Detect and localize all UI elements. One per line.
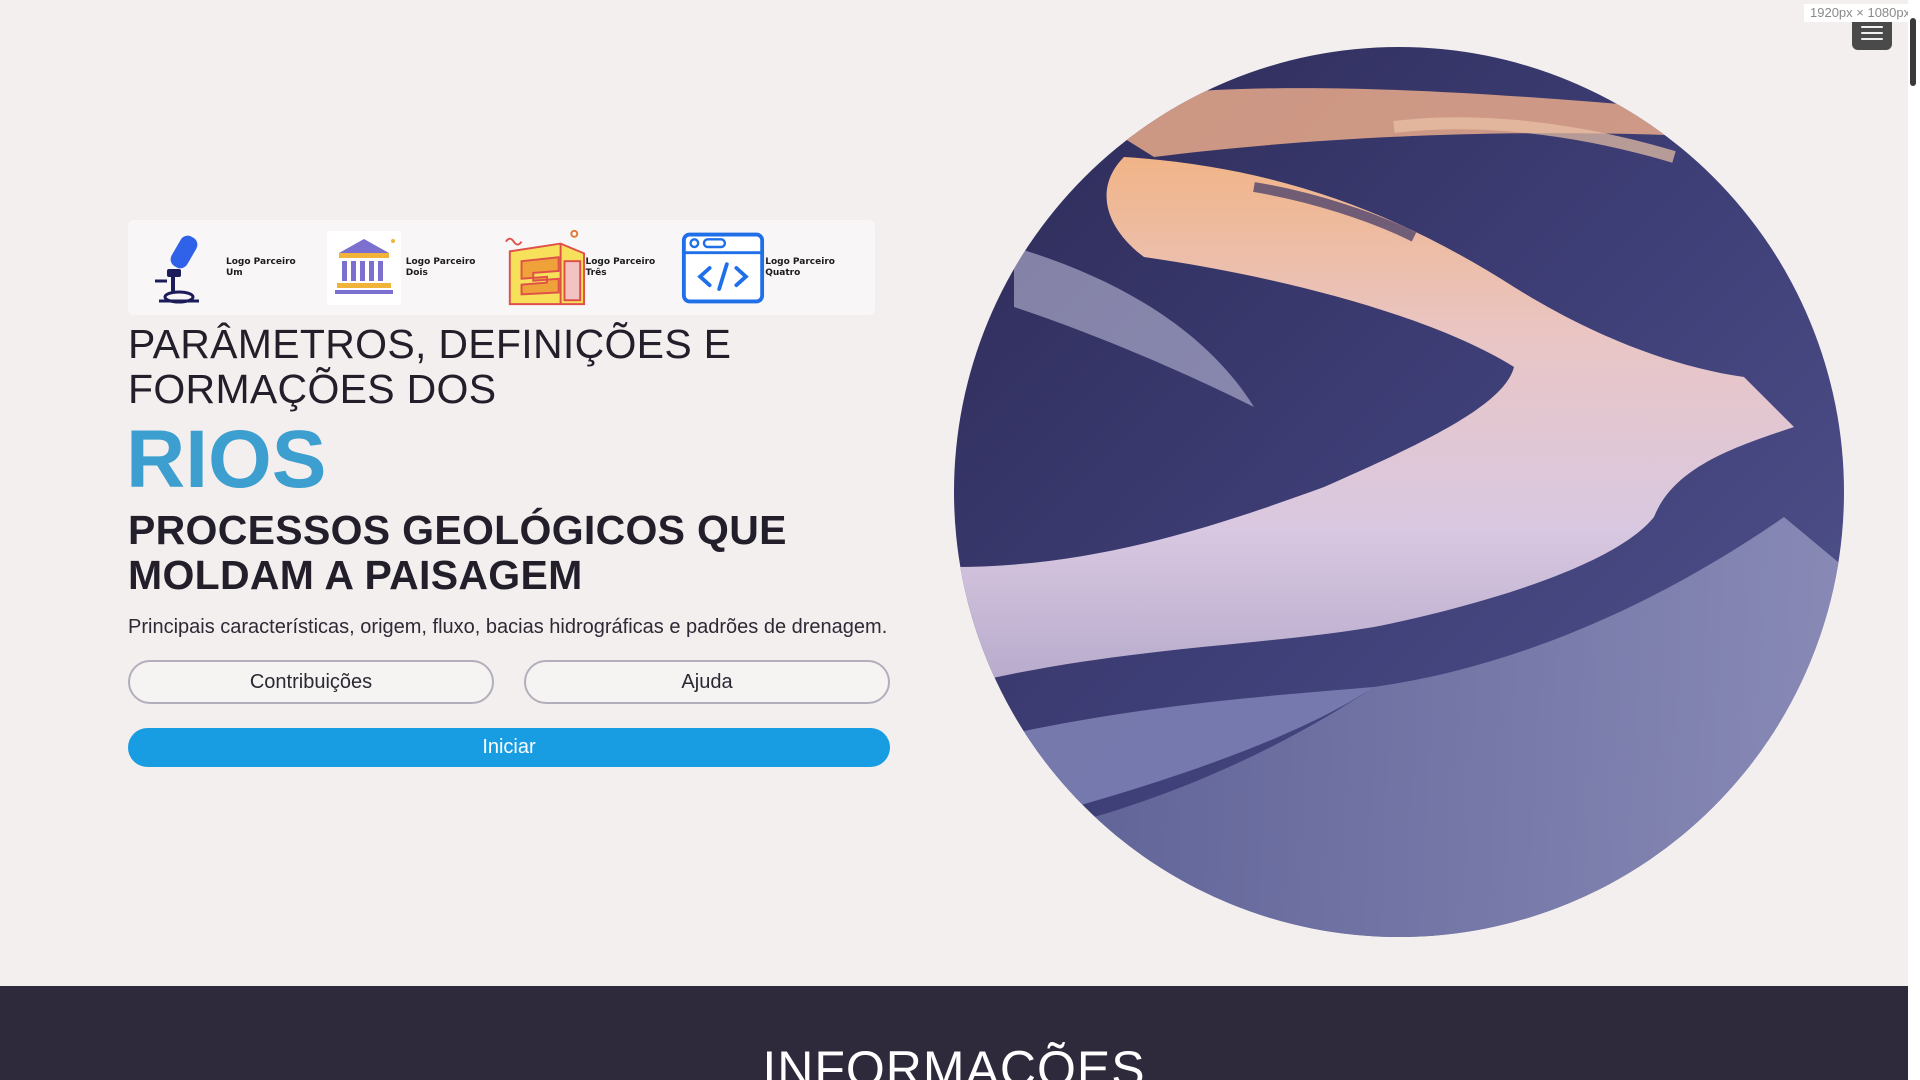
- information-section-title: INFORMAÇÕES: [762, 1041, 1146, 1080]
- menu-bar: [1861, 32, 1883, 34]
- river-aerial-photo: [954, 47, 1844, 937]
- code-window-icon: [681, 226, 765, 310]
- partner-logo-two[interactable]: Logo Parceiro Dois: [322, 226, 502, 310]
- hero-subheadline: PROCESSOS GEOLÓGICOS QUE MOLDAM A PAISAG…: [128, 507, 787, 598]
- scrollbar-thumb[interactable]: [1910, 18, 1916, 86]
- hero-section: Logo Parceiro Um Logo Parceiro Dois Logo…: [0, 0, 1908, 986]
- hero-highlight-title: RIOS: [126, 414, 327, 505]
- microscope-icon: [142, 226, 226, 310]
- partner-label: Logo Parceiro Três: [585, 256, 656, 278]
- viewport: Logo Parceiro Um Logo Parceiro Dois Logo…: [0, 0, 1908, 1080]
- partner-logo-one[interactable]: Logo Parceiro Um: [142, 226, 322, 310]
- partner-logo-four[interactable]: Logo Parceiro Quatro: [681, 226, 861, 310]
- menu-bar: [1861, 26, 1883, 28]
- bank-building-icon: [322, 226, 406, 310]
- partner-logo-three[interactable]: Logo Parceiro Três: [502, 226, 682, 310]
- vertical-scrollbar[interactable]: [1908, 0, 1920, 1080]
- viewport-size-label: 1920px × 1080px: [1804, 4, 1917, 22]
- start-button[interactable]: Iniciar: [128, 728, 890, 767]
- building-blocks-icon: [502, 226, 586, 310]
- partner-label: Logo Parceiro Dois: [405, 256, 476, 278]
- contributions-button[interactable]: Contribuições: [128, 660, 494, 704]
- help-button[interactable]: Ajuda: [524, 660, 890, 704]
- hero-headline: PARÂMETROS, DEFINIÇÕES E FORMAÇÕES DOS: [128, 321, 732, 412]
- hero-description: Principais características, origem, flux…: [128, 616, 888, 638]
- partner-label: Logo Parceiro Um: [226, 256, 296, 278]
- partner-logos-strip: Logo Parceiro Um Logo Parceiro Dois Logo…: [128, 220, 875, 315]
- menu-bar: [1861, 38, 1883, 40]
- partner-label: Logo Parceiro Quatro: [765, 256, 835, 278]
- information-section: INFORMAÇÕES: [0, 986, 1908, 1080]
